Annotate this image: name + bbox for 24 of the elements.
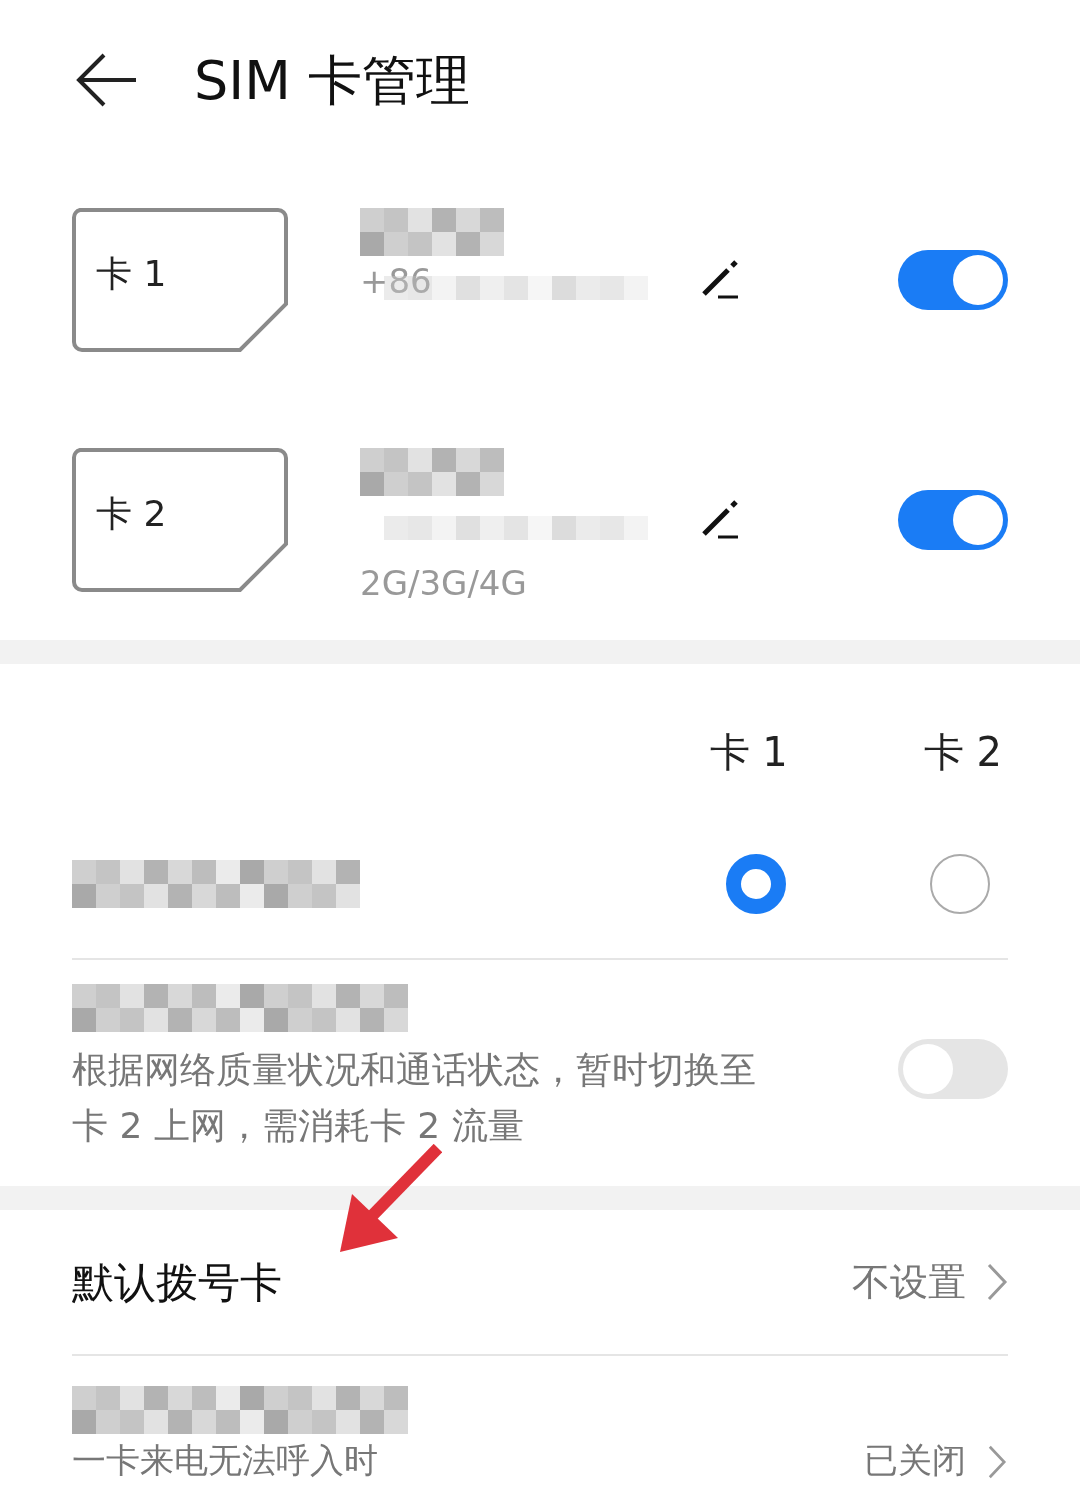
toggle-switch[interactable] (898, 490, 1008, 550)
radio-button[interactable] (930, 854, 990, 914)
column-heading: 卡 1 (709, 728, 788, 777)
setting-value: 不设置 (852, 1258, 966, 1306)
chevron-right-icon[interactable] (986, 1262, 1008, 1302)
setting-label: 默认拨号卡 (72, 1256, 282, 1309)
back-icon[interactable] (76, 52, 138, 108)
sim-label: 卡 2 (96, 496, 167, 532)
setting-value: 已关闭 (864, 1440, 966, 1480)
sim-label: 卡 1 (96, 256, 167, 292)
phone-number: +86 (360, 260, 432, 303)
chevron-right-icon[interactable] (986, 1444, 1008, 1480)
column-heading: 卡 2 (923, 728, 1002, 777)
setting-description: 一卡来电无法呼入时 (72, 1440, 379, 1480)
page-title: SIM 卡管理 (194, 47, 470, 114)
radio-button[interactable] (726, 854, 786, 914)
network-type: 2G/3G/4G (360, 566, 528, 600)
edit-icon[interactable] (700, 260, 740, 300)
toggle-switch[interactable] (898, 250, 1008, 310)
setting-description: 根据网络质量状况和通话状态，暂时切换至卡 2 上网，需消耗卡 2 流量 (72, 1048, 757, 1148)
toggle-switch[interactable] (898, 1039, 1008, 1099)
edit-icon[interactable] (700, 500, 740, 540)
sim-card-icon (72, 448, 288, 592)
sim-card-icon (72, 208, 288, 352)
